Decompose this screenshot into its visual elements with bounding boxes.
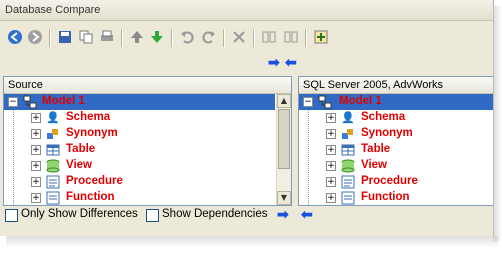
tree-item[interactable]: + View [299,158,493,174]
toolbar [0,24,493,50]
redo-icon[interactable] [199,27,219,47]
schema-icon: 👤 [341,112,355,124]
table-icon [46,143,60,157]
function-icon [341,191,355,205]
only-show-differences-label[interactable]: Only Show Differences [21,208,138,220]
expand-icon[interactable]: + [31,129,41,139]
expand-icon[interactable]: + [326,161,336,171]
down-icon[interactable] [147,27,167,47]
expand-icon[interactable]: + [31,161,41,171]
title-bar: Database Compare [0,0,493,21]
model-icon [23,95,37,109]
forward-icon[interactable] [25,27,45,47]
window-shadow-bottom [6,236,498,248]
copy-right-arrow-icon[interactable]: ➡ [268,54,280,70]
copy-icon[interactable] [76,27,96,47]
tree-item[interactable]: + Function [299,190,493,205]
table-icon [341,143,355,157]
expand-icon[interactable]: + [31,193,41,203]
model-icon [318,95,332,109]
add-icon[interactable] [311,27,331,47]
window-shadow [493,6,502,242]
undo-icon[interactable] [177,27,197,47]
copy-right-arrow-icon[interactable]: ➡ [277,206,289,222]
tree-item[interactable]: + Table [299,142,493,158]
tree-root-model[interactable]: − Model 1 [299,94,493,110]
procedure-icon [46,175,60,189]
database-compare-window: Database Compare ➡ ⬅ Source − Model 1 + … [0,0,494,236]
rows-icon[interactable] [281,27,301,47]
tree-item[interactable]: + Procedure [4,174,291,190]
tree-item[interactable]: + View [4,158,291,174]
source-pane-header: Source [4,77,291,94]
delete-icon[interactable] [229,27,249,47]
expand-icon[interactable]: + [31,177,41,187]
synonym-icon [341,127,355,141]
back-icon[interactable] [5,27,25,47]
schema-icon: 👤 [46,112,60,124]
show-dependencies-label[interactable]: Show Dependencies [162,208,268,220]
synonym-icon [46,127,60,141]
expand-icon[interactable]: + [31,113,41,123]
tree-item[interactable]: + Synonym [4,126,291,142]
expand-icon[interactable]: + [326,193,336,203]
expand-icon[interactable]: + [326,177,336,187]
scroll-down-icon[interactable]: ▼ [277,191,291,205]
procedure-icon [341,175,355,189]
copy-left-arrow-icon[interactable]: ⬅ [301,206,313,222]
view-icon [46,159,60,173]
scroll-up-icon[interactable]: ▲ [277,94,291,108]
copy-left-arrow-icon[interactable]: ⬅ [285,54,297,70]
target-pane-header: SQL Server 2005, AdvWorks [299,77,493,94]
print-icon[interactable] [97,27,117,47]
show-dependencies-checkbox[interactable] [146,209,159,222]
options-bar: Only Show Differences Show Dependencies … [0,206,493,226]
save-icon[interactable] [55,27,75,47]
columns-icon[interactable] [259,27,279,47]
up-icon[interactable] [127,27,147,47]
expand-icon[interactable]: + [326,145,336,155]
window-title: Database Compare [5,4,101,16]
function-icon [46,191,60,205]
only-show-differences-checkbox[interactable] [5,209,18,222]
source-pane: Source − Model 1 + 👤 Schema + Synonym + … [3,76,292,206]
tree-root-model[interactable]: − Model 1 [4,94,275,110]
scroll-thumb[interactable] [278,109,290,169]
expand-icon[interactable]: + [326,113,336,123]
tree-item[interactable]: + 👤 Schema [299,110,493,126]
tree-item[interactable]: + Procedure [299,174,493,190]
left-vertical-scrollbar[interactable]: ▲ ▼ [276,94,291,205]
tree-item[interactable]: + Table [4,142,291,158]
target-pane: SQL Server 2005, AdvWorks − Model 1 + 👤 … [298,76,493,206]
collapse-icon[interactable]: − [8,97,18,107]
expand-icon[interactable]: + [326,129,336,139]
tree-item[interactable]: + Function [4,190,291,205]
collapse-icon[interactable]: − [303,97,313,107]
tree-item[interactable]: + 👤 Schema [4,110,291,126]
tree-item[interactable]: + Synonym [299,126,493,142]
expand-icon[interactable]: + [31,145,41,155]
view-icon [341,159,355,173]
